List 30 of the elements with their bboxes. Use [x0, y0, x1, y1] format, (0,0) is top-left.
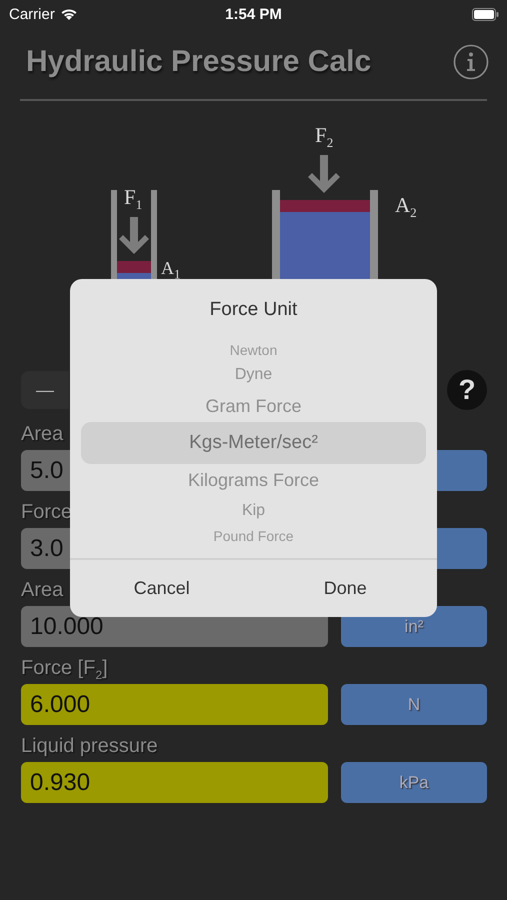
diagram-label: A$_{1}$ — [161, 259, 180, 281]
field-label: Force — [21, 500, 72, 525]
diagram-label: A$_{2}$ — [395, 195, 417, 220]
dialog-title: Force Unit — [208, 299, 298, 322]
result-field: 0.930 — [21, 762, 328, 803]
help-button[interactable]: ? — [447, 370, 487, 410]
result-field: 6.000 — [21, 684, 328, 725]
battery-icon — [472, 8, 499, 20]
minus-button[interactable]: — — [21, 371, 69, 409]
field-label: Area — [21, 578, 64, 603]
field-label: Force [F$_{2}$] — [21, 656, 108, 684]
app-title: Hydraulic Pressure Calc — [26, 45, 372, 79]
diagram-label: F$_{2}$ — [315, 125, 334, 150]
field-label: Liquid pressure — [21, 734, 158, 759]
field-label: Area — [21, 422, 64, 447]
picker-option[interactable]: Kgs-Meter/sec² — [81, 422, 426, 464]
carrier-name: Carrier — [9, 6, 55, 22]
unit-button[interactable]: N — [341, 684, 487, 725]
picker-option[interactable]: Kip — [81, 496, 426, 526]
picker-option[interactable]: Gram Force — [81, 390, 426, 422]
picker-option[interactable]: Kilograms Force — [81, 464, 426, 496]
unit-button[interactable]: kPa — [341, 762, 487, 803]
wifi-icon — [60, 8, 78, 20]
diagram-label: F$_{1}$ — [124, 187, 142, 212]
info-icon — [453, 44, 489, 80]
picker-option[interactable]: Dyne — [81, 360, 426, 390]
picker-option[interactable]: Newton — [81, 340, 426, 360]
picker-option[interactable]: Pound Force — [81, 526, 426, 546]
status-time: 1:54 PM — [225, 6, 282, 22]
info-button[interactable] — [453, 44, 489, 80]
